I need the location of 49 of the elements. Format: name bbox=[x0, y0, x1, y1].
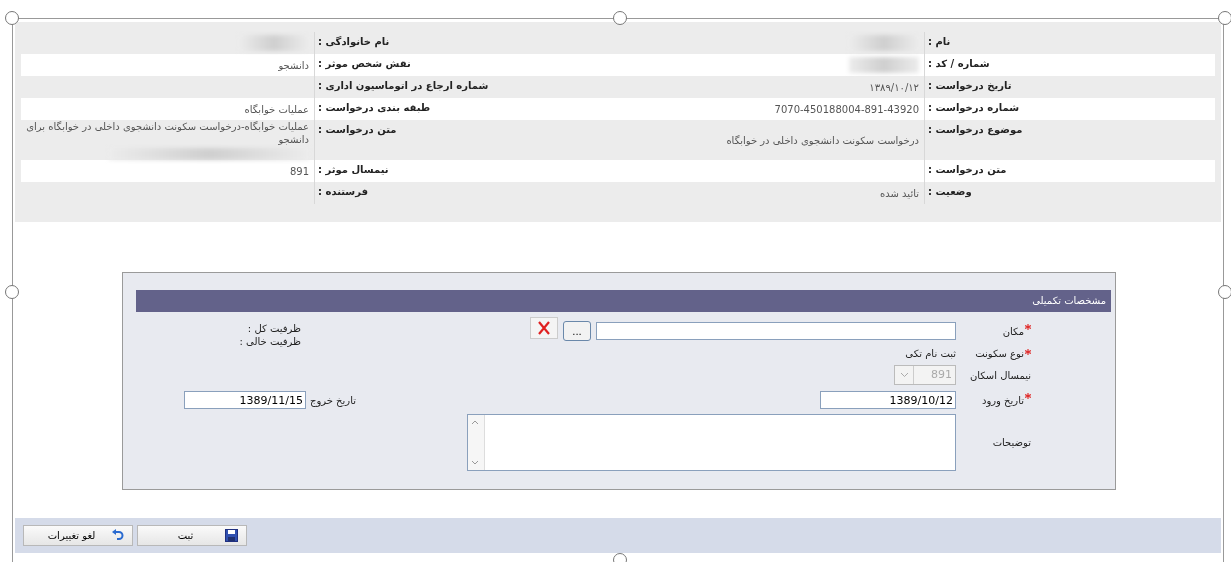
section-header: مشخصات تکمیلی bbox=[136, 290, 1111, 312]
field-label: تاریخ ورود bbox=[981, 394, 1024, 406]
info-label: تاریخ درخواست : bbox=[928, 80, 1012, 91]
info-label: متن درخواست : bbox=[928, 164, 1007, 175]
save-button[interactable]: ثبت bbox=[137, 525, 247, 546]
capacity-label: ظرفیت کل : bbox=[247, 322, 301, 335]
field-label: نوع سکونت bbox=[975, 347, 1024, 359]
info-label: فرستنده : bbox=[318, 186, 368, 197]
undo-button[interactable]: لغو تغییرات bbox=[23, 525, 133, 546]
description-field[interactable] bbox=[467, 414, 956, 471]
location-field[interactable] bbox=[596, 322, 956, 340]
info-value: دانشجو bbox=[278, 58, 309, 72]
info-label: موضوع درخواست : bbox=[928, 124, 1023, 135]
info-value: عملیات خوابگاه bbox=[244, 102, 309, 116]
info-label: شماره ارجاع در اتوماسیون اداری : bbox=[318, 80, 489, 91]
info-value: ۱۳۸۹/۱۰/۱۲ bbox=[869, 80, 919, 94]
resize-handle[interactable] bbox=[5, 285, 19, 299]
field-label: نیمسال اسکان bbox=[969, 369, 1031, 381]
date-field[interactable]: 1389/10/12 bbox=[820, 391, 956, 409]
save-icon bbox=[225, 529, 238, 542]
delete-button[interactable] bbox=[530, 317, 558, 339]
info-value: 7070-450188004-891-43920 bbox=[774, 102, 919, 116]
x-icon bbox=[536, 320, 552, 336]
resize-handle[interactable] bbox=[1218, 285, 1231, 299]
resize-handle[interactable] bbox=[613, 11, 627, 25]
field-value: ثبت نام تکی bbox=[905, 347, 956, 359]
info-label: متن درخواست : bbox=[318, 124, 397, 135]
info-label: نقش شخص موثر : bbox=[318, 58, 411, 69]
field-label: تاریخ خروج bbox=[309, 394, 356, 406]
resize-handle[interactable] bbox=[1218, 11, 1231, 25]
info-label: نیمسال موثر : bbox=[318, 164, 389, 175]
field-label: مکان bbox=[1002, 325, 1024, 337]
capacity-label: ظرفیت خالی : bbox=[239, 335, 301, 348]
info-label: شماره درخواست : bbox=[928, 102, 1020, 113]
field-label: توضیحات bbox=[992, 437, 1031, 448]
date-field[interactable]: 1389/11/15 bbox=[183, 391, 306, 409]
chevron-down-icon bbox=[899, 372, 909, 378]
info-label: وضعیت : bbox=[928, 186, 972, 197]
info-value: تائید شده bbox=[880, 186, 919, 200]
info-label: شماره / کد : bbox=[928, 58, 990, 69]
resize-handle[interactable] bbox=[5, 11, 19, 25]
info-value: عملیات خوابگاه-درخواست سکونت دانشجوی داخلی در خوابگاه برای دانشجو bbox=[25, 120, 309, 146]
info-label: نام : bbox=[928, 36, 951, 47]
undo-icon bbox=[111, 529, 124, 542]
browse-button[interactable]: ... bbox=[563, 321, 591, 341]
info-value: درخواست سکونت دانشجوی داخلی در خوابگاه bbox=[726, 133, 919, 147]
info-label: طبقه بندی درخواست : bbox=[318, 102, 431, 113]
info-value: 891 bbox=[289, 164, 309, 178]
info-label: نام خانوادگی : bbox=[318, 36, 390, 47]
